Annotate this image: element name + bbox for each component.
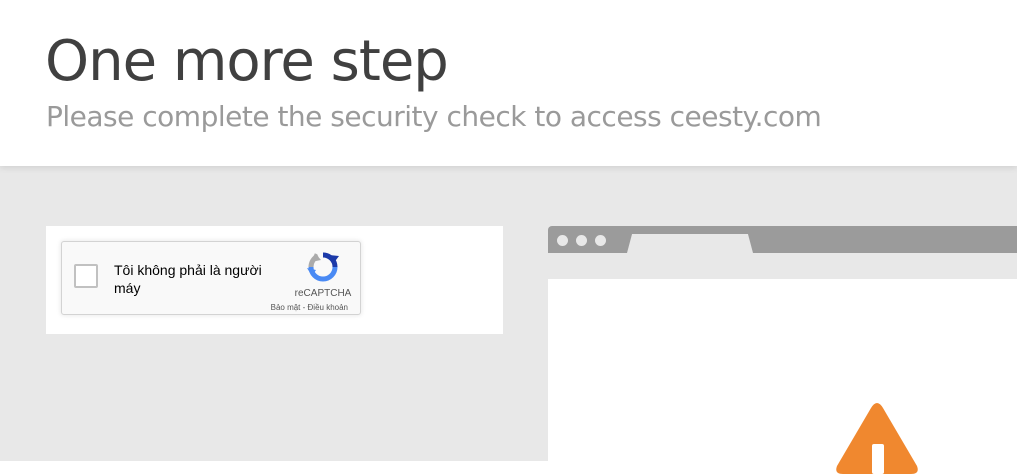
page-header: One more step Please complete the securi… — [0, 0, 1017, 166]
recaptcha-brand: reCAPTCHA — [294, 288, 352, 299]
browser-illustration — [548, 226, 1017, 474]
captcha-label: Tôi không phải là người máy — [114, 262, 262, 296]
browser-dot-icon — [557, 235, 568, 246]
browser-viewport — [548, 279, 1017, 474]
content-area: Tôi không phải là người máy reCAPTCHA Bả… — [0, 166, 1017, 474]
browser-title-bar — [548, 226, 1017, 253]
browser-dot-icon — [595, 235, 606, 246]
not-a-robot-checkbox[interactable] — [74, 264, 98, 288]
privacy-link[interactable]: Bảo mật — [271, 303, 301, 312]
browser-toolbar — [548, 253, 1017, 279]
browser-tab — [627, 234, 753, 253]
page-subtitle: Please complete the security check to ac… — [46, 100, 822, 133]
recaptcha-widget: Tôi không phải là người máy reCAPTCHA Bả… — [61, 241, 361, 315]
terms-link[interactable]: Điều khoản — [308, 303, 348, 312]
recaptcha-logo-icon — [307, 252, 339, 282]
links-separator: - — [300, 303, 308, 312]
captcha-card: Tôi không phải là người máy reCAPTCHA Bả… — [46, 226, 503, 334]
warning-triangle-icon — [836, 403, 918, 474]
recaptcha-links: Bảo mật - Điều khoản — [271, 303, 348, 312]
browser-dot-icon — [576, 235, 587, 246]
page-title: One more step — [45, 29, 449, 94]
